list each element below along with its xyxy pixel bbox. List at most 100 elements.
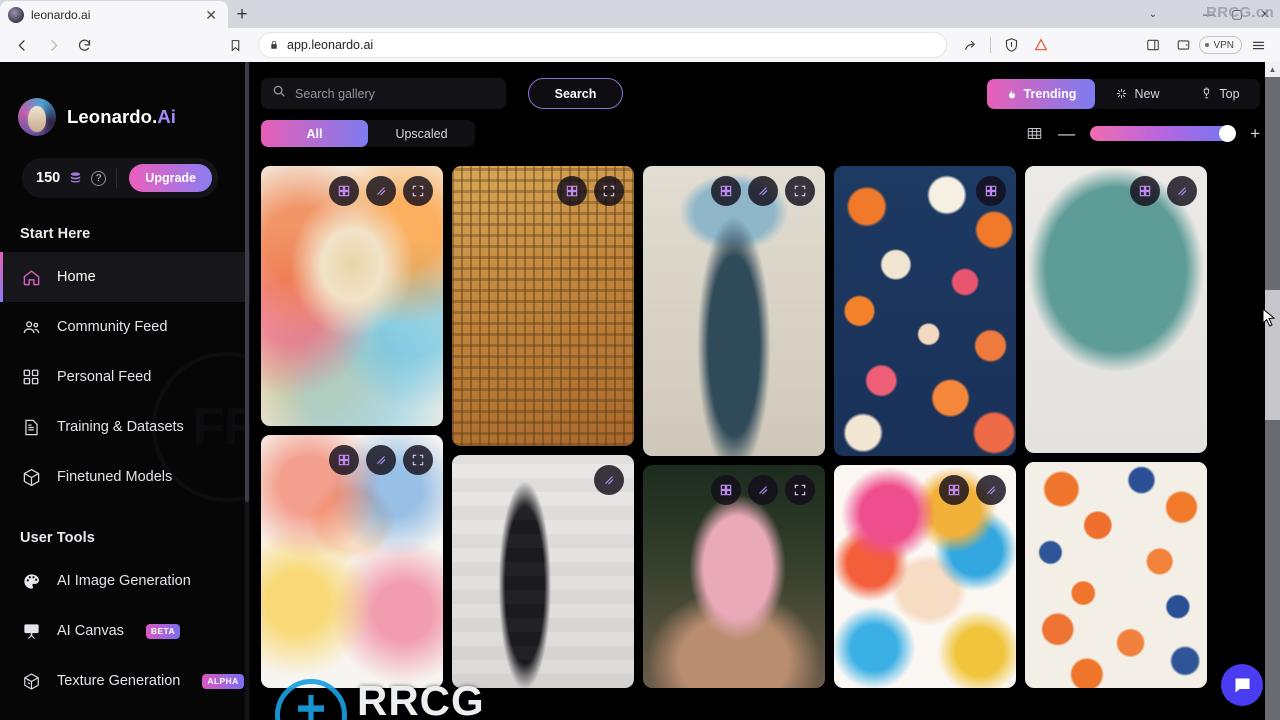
- share-icon[interactable]: [956, 31, 984, 59]
- grid-density-icon[interactable]: [1026, 126, 1043, 141]
- question-mark-icon[interactable]: ?: [91, 170, 107, 186]
- card-artwork: [1025, 166, 1207, 453]
- card-action-group: [711, 475, 815, 505]
- zoom-out-button[interactable]: —: [1058, 125, 1075, 142]
- remix-icon[interactable]: [557, 176, 587, 206]
- gallery-card-egyptian-hieroglyphs-papyrus[interactable]: [452, 166, 634, 446]
- gallery-toolbar: Search gallery Search Trending New Top A…: [250, 62, 1280, 162]
- app-sidebar: FR Leonardo.Ai 150 ? Upgrade Start Here: [0, 62, 250, 720]
- zoom-slider-knob[interactable]: [1219, 125, 1237, 142]
- training-dataset-icon: [20, 416, 42, 438]
- gallery-card-koala-riding-bicycle[interactable]: [1025, 166, 1207, 453]
- scroll-up-arrow-icon[interactable]: ▲: [1265, 62, 1280, 77]
- zoom-in-button[interactable]: +: [1250, 125, 1260, 142]
- sidebar-panel-icon[interactable]: [1139, 31, 1167, 59]
- expand-icon[interactable]: [403, 176, 433, 206]
- remix-icon[interactable]: [976, 176, 1006, 206]
- remix-icon[interactable]: [1130, 176, 1160, 206]
- tab-trending[interactable]: Trending: [987, 78, 1095, 109]
- zoom-slider[interactable]: [1090, 125, 1237, 142]
- sidebar-item-training-datasets[interactable]: Training & Datasets: [0, 402, 250, 452]
- gallery-card-orange-floral-pattern[interactable]: [834, 166, 1016, 456]
- brave-logo-icon[interactable]: [1027, 31, 1055, 59]
- card-action-group: [1130, 176, 1197, 206]
- tab-label: Trending: [1023, 86, 1077, 101]
- expand-icon[interactable]: [403, 445, 433, 475]
- page-scrollbar-thumb[interactable]: [1265, 290, 1280, 420]
- hamburger-menu-icon[interactable]: [1244, 31, 1272, 59]
- alternate-icon[interactable]: [594, 465, 624, 495]
- sidebar-item-finetuned-models[interactable]: Finetuned Models: [0, 452, 250, 502]
- sidebar-scrollbar[interactable]: [245, 62, 249, 720]
- new-tab-button[interactable]: +: [228, 1, 256, 28]
- search-input-wrapper[interactable]: Search gallery: [261, 78, 506, 109]
- gallery-card-rainbow-hair-portrait[interactable]: [834, 465, 1016, 688]
- alternate-icon[interactable]: [366, 176, 396, 206]
- sidebar-item-texture-generation[interactable]: Texture Generation ALPHA: [0, 656, 250, 706]
- forward-icon[interactable]: [39, 31, 67, 59]
- address-bar[interactable]: app.leonardo.ai: [258, 32, 948, 58]
- gallery-card-pink-haired-fantasy-woman[interactable]: [643, 465, 825, 688]
- badge-alpha: ALPHA: [202, 673, 244, 689]
- alternate-icon[interactable]: [366, 445, 396, 475]
- upgrade-button[interactable]: Upgrade: [129, 164, 212, 192]
- alternate-icon[interactable]: [976, 475, 1006, 505]
- minimize-button[interactable]: —: [1196, 3, 1222, 25]
- divider: [116, 168, 118, 188]
- close-icon[interactable]: ✕: [202, 6, 220, 24]
- expand-icon[interactable]: [785, 176, 815, 206]
- card-action-group: [976, 176, 1006, 206]
- gallery-card-blue-haired-warrior-woman[interactable]: [643, 166, 825, 456]
- reload-icon[interactable]: [70, 31, 98, 59]
- remix-icon[interactable]: [711, 176, 741, 206]
- sidebar-item-ai-canvas[interactable]: AI Canvas BETA: [0, 606, 250, 656]
- alternate-icon[interactable]: [748, 475, 778, 505]
- chevron-down-icon[interactable]: ⌄: [1140, 3, 1166, 25]
- people-icon: [20, 316, 42, 338]
- remix-icon[interactable]: [329, 176, 359, 206]
- search-button[interactable]: Search: [528, 78, 623, 109]
- brave-shields-icon[interactable]: [997, 31, 1025, 59]
- maximize-button[interactable]: ▢: [1224, 3, 1250, 25]
- tab-label: New: [1134, 86, 1160, 101]
- gallery-card-blue-orange-floral-pattern[interactable]: [1025, 462, 1207, 688]
- filter-all[interactable]: All: [261, 120, 368, 147]
- sidebar-item-community-feed[interactable]: Community Feed: [0, 302, 250, 352]
- sidebar-item-ai-image-generation[interactable]: AI Image Generation: [0, 556, 250, 606]
- expand-icon[interactable]: [594, 176, 624, 206]
- leonardo-logo-icon: [18, 98, 56, 136]
- brave-wallet-icon[interactable]: [1169, 31, 1197, 59]
- sidebar-item-personal-feed[interactable]: Personal Feed: [0, 352, 250, 402]
- alternate-icon[interactable]: [748, 176, 778, 206]
- alternate-icon[interactable]: [1167, 176, 1197, 206]
- brand-header[interactable]: Leonardo.Ai: [0, 62, 250, 136]
- back-icon[interactable]: [8, 31, 36, 59]
- gallery-card-watercolor-lion-sunglasses[interactable]: [261, 166, 443, 426]
- gallery-card-dark-sorceress-character-sheet[interactable]: [452, 455, 634, 688]
- remix-icon[interactable]: [711, 475, 741, 505]
- tab-top[interactable]: Top: [1180, 79, 1260, 109]
- card-artwork: [834, 166, 1016, 456]
- page-scrollbar[interactable]: ▲: [1265, 62, 1280, 720]
- sidebar-item-home[interactable]: Home: [0, 252, 250, 302]
- window-controls: ⌄ — ▢ ✕: [1140, 0, 1280, 28]
- card-artwork: [1025, 462, 1207, 688]
- expand-icon[interactable]: [785, 475, 815, 505]
- bookmark-icon[interactable]: [221, 31, 249, 59]
- card-action-group: [557, 176, 624, 206]
- page-viewport: FR Leonardo.Ai 150 ? Upgrade Start Here: [0, 62, 1280, 720]
- close-window-button[interactable]: ✕: [1252, 3, 1278, 25]
- search-input[interactable]: Search gallery: [295, 87, 375, 101]
- sidebar-scrollbar-thumb[interactable]: [245, 62, 249, 502]
- remix-icon[interactable]: [939, 475, 969, 505]
- browser-tab[interactable]: leonardo.ai ✕: [0, 1, 228, 28]
- filter-upscaled[interactable]: Upscaled: [368, 120, 475, 147]
- tab-new[interactable]: New: [1095, 79, 1180, 109]
- sparkle-icon: [1117, 88, 1127, 99]
- gallery-card-colorful-girl-glasses-backpack[interactable]: [261, 435, 443, 688]
- lock-icon: [271, 40, 277, 49]
- card-action-group: [939, 475, 1006, 505]
- vpn-button[interactable]: VPN: [1199, 36, 1242, 54]
- remix-icon[interactable]: [329, 445, 359, 475]
- intercom-chat-icon[interactable]: [1221, 664, 1263, 706]
